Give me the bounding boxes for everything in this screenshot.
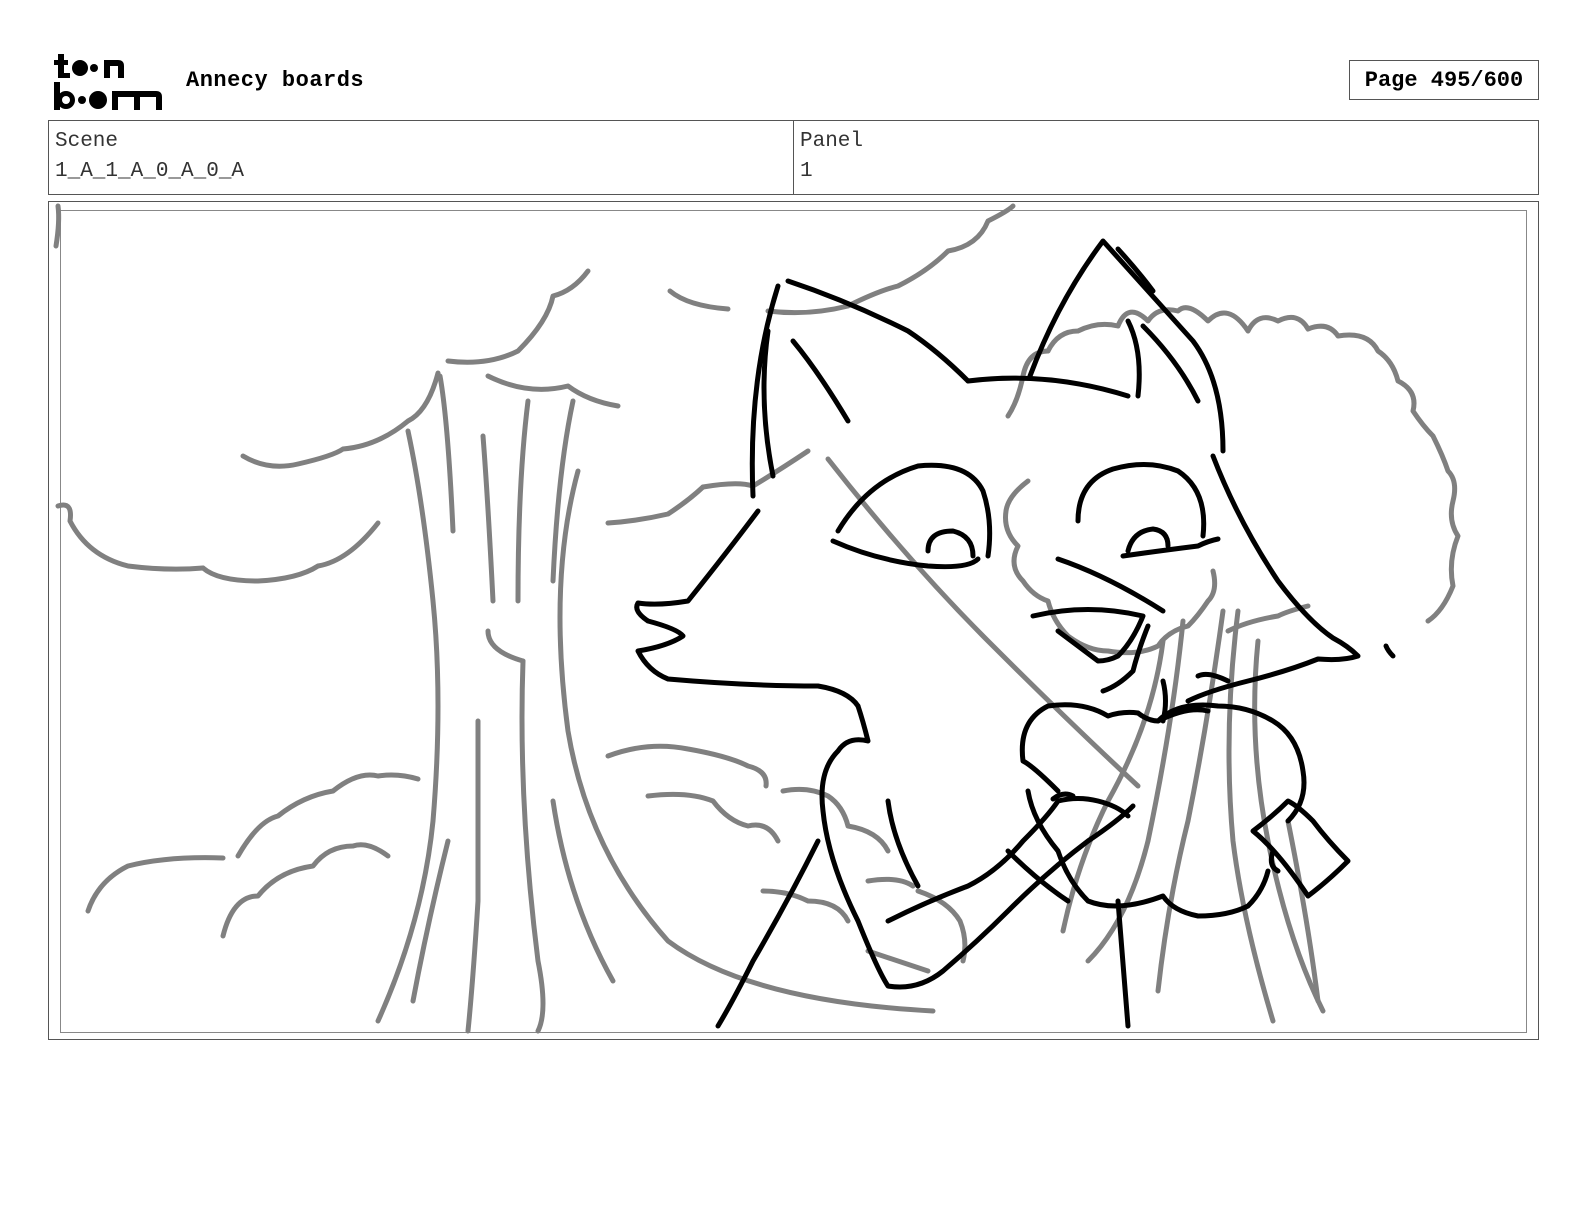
project-title: Annecy boards <box>186 68 365 93</box>
scene-cell: Scene 1_A_1_A_0_A_0_A <box>49 121 793 194</box>
page-indicator: Page 495/600 <box>1349 60 1539 100</box>
scene-label: Scene <box>55 130 119 153</box>
scene-panel-info-table: Scene 1_A_1_A_0_A_0_A Panel 1 <box>48 120 1539 195</box>
panel-cell: Panel 1 <box>793 121 1538 194</box>
scene-value: 1_A_1_A_0_A_0_A <box>55 160 245 183</box>
fox-character-lines <box>634 238 1396 1029</box>
toon-boom-logo <box>54 54 162 110</box>
storyboard-drawing <box>53 203 1461 1034</box>
page-indicator-text: Page 495/600 <box>1364 67 1524 93</box>
panel-label: Panel <box>800 130 864 153</box>
panel-value: 1 <box>800 160 813 183</box>
